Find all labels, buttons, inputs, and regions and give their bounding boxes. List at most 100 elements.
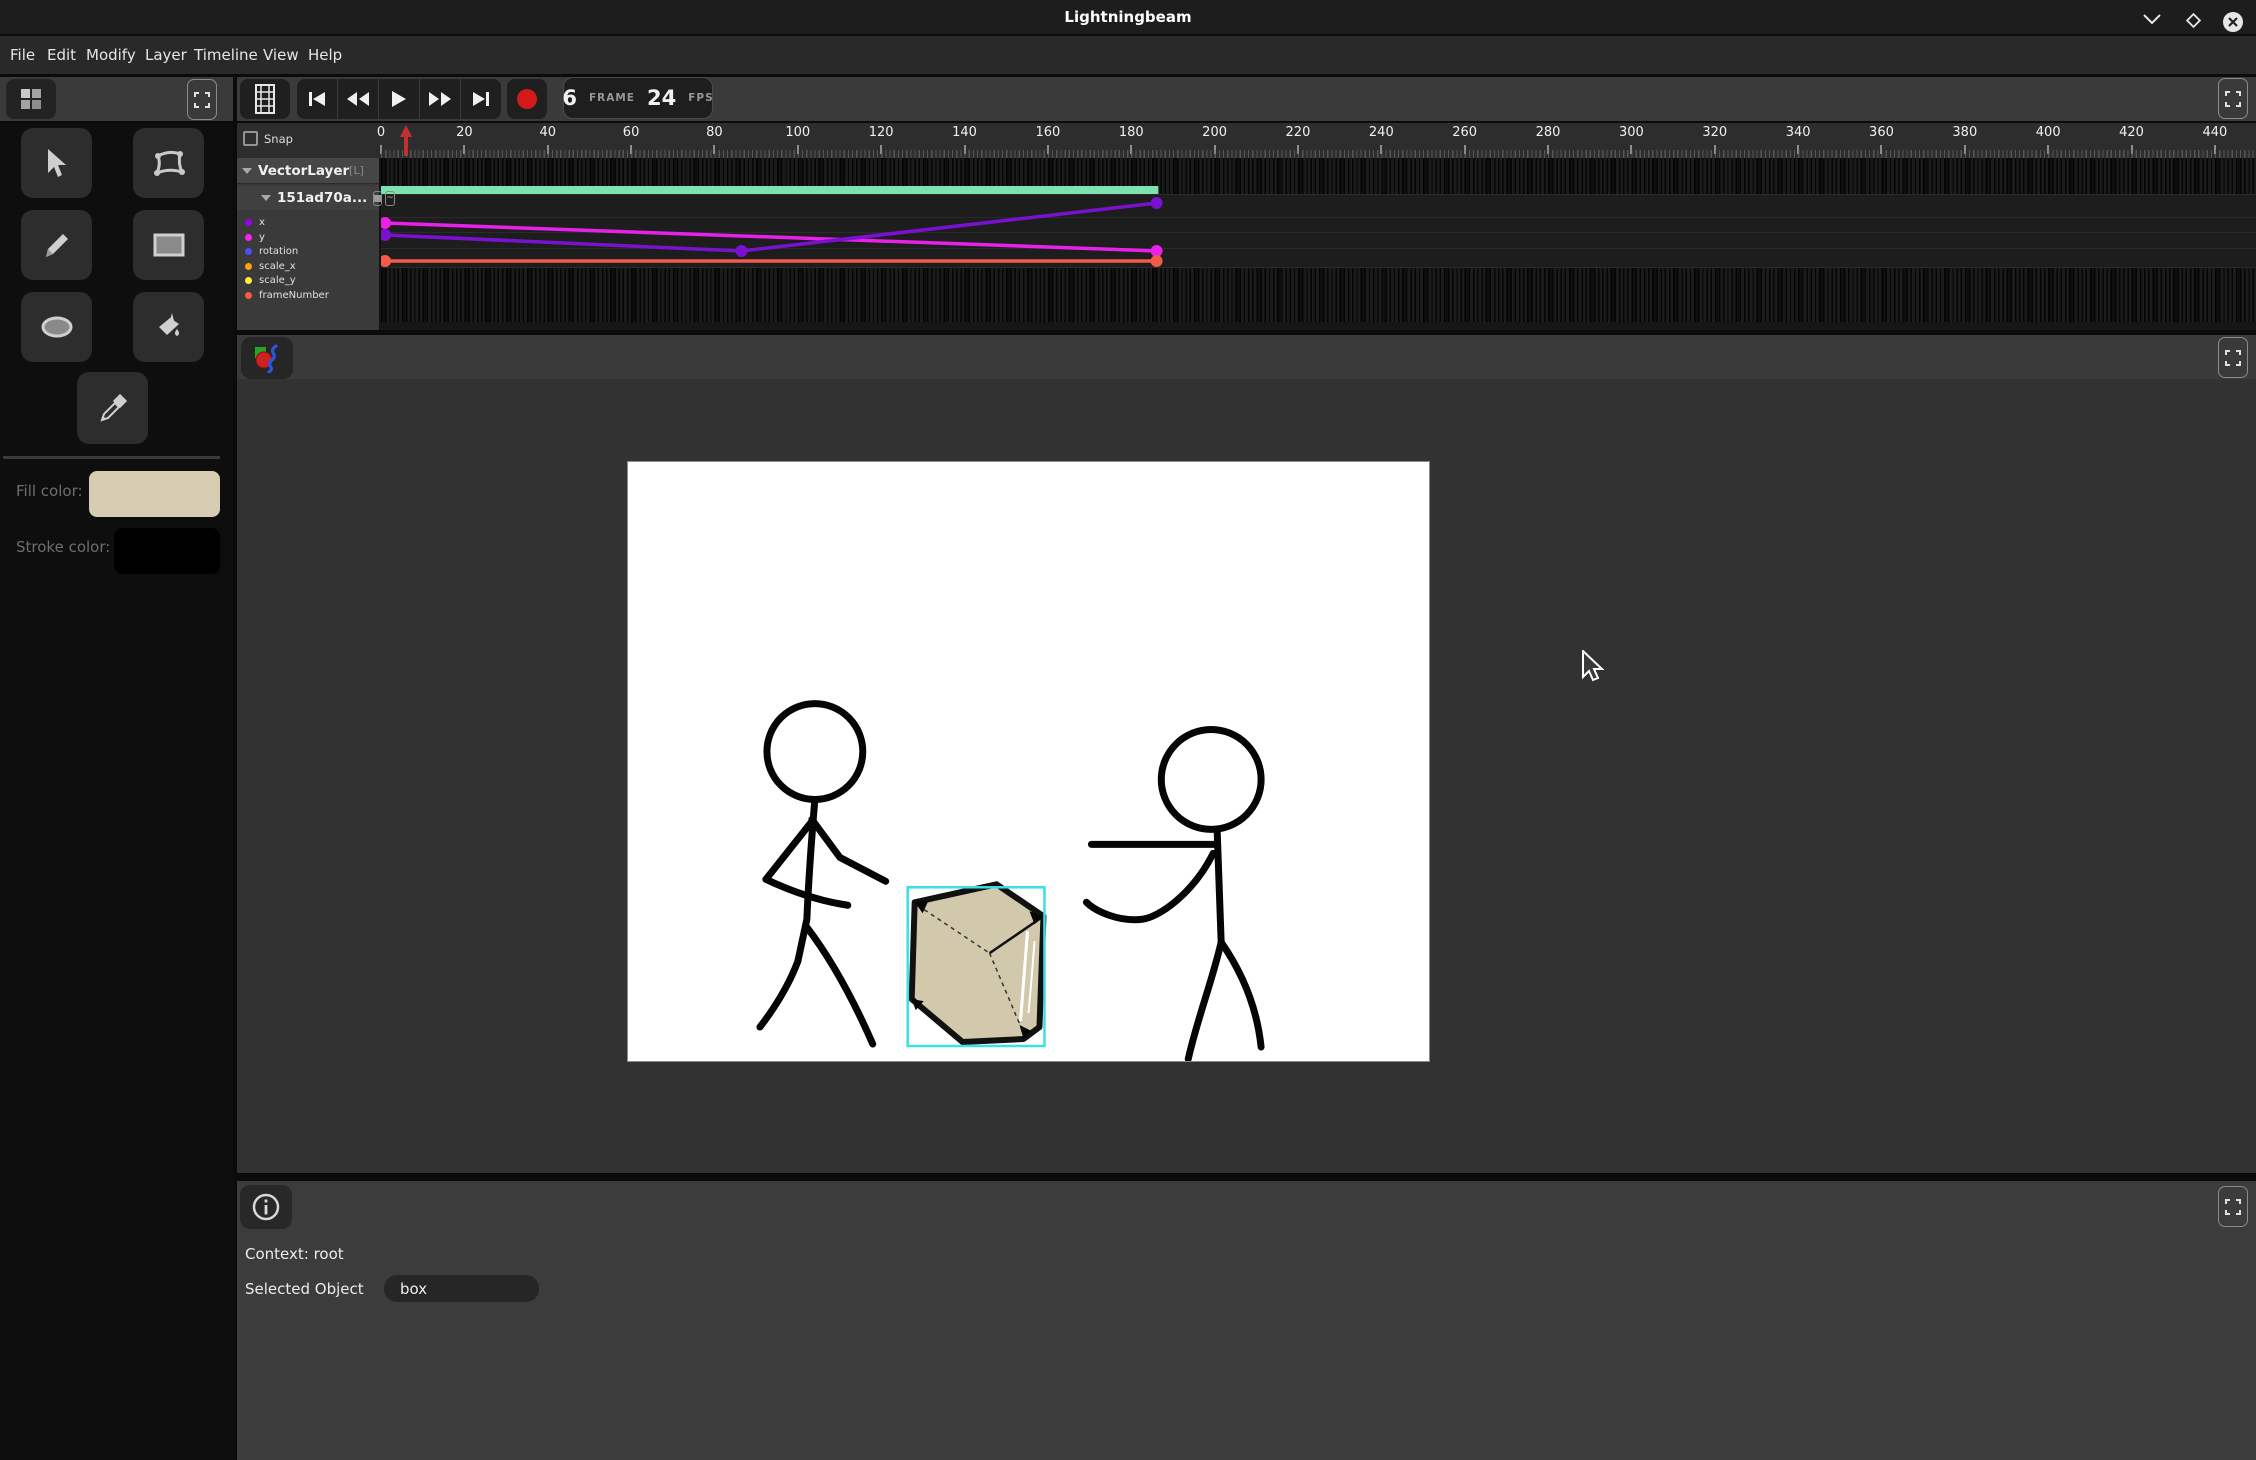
toolbar-expand-button[interactable] [187, 79, 217, 120]
film-button[interactable] [240, 79, 290, 119]
tool-grid-button[interactable] [6, 79, 56, 119]
ruler-label-40: 40 [539, 125, 556, 140]
menu-view[interactable]: View [263, 36, 299, 74]
object-row[interactable]: 151ad70a... ~ [237, 186, 379, 210]
fps-value[interactable]: 24 [647, 86, 676, 110]
record-icon [516, 88, 538, 110]
keyframe-dot-y[interactable] [381, 217, 391, 229]
property-row-frameNumber[interactable]: frameNumber [245, 289, 329, 302]
fill-color-label: Fill color: [16, 482, 83, 500]
keyframe-dot-x[interactable] [1151, 197, 1163, 209]
ruler-label-360: 360 [1869, 125, 1894, 140]
expand-icon [194, 92, 210, 108]
property-row-rotation[interactable]: rotation [245, 245, 298, 258]
animation-curves[interactable] [381, 158, 2256, 330]
ellipse-icon [40, 315, 74, 339]
box-object [912, 884, 1044, 1042]
rewind-button[interactable] [338, 79, 378, 119]
pencil-tool-button[interactable] [21, 210, 92, 280]
transform-icon [152, 148, 186, 178]
ruler-label-240: 240 [1369, 125, 1394, 140]
close-icon[interactable] [2222, 11, 2244, 33]
window-title: Lightningbeam [0, 0, 2256, 34]
snap-checkbox[interactable] [243, 131, 258, 146]
property-name: rotation [259, 246, 298, 257]
transform-tool-button[interactable] [133, 128, 204, 198]
keyframe-dot-frameNumber[interactable] [381, 255, 391, 267]
minimize-icon[interactable] [2142, 13, 2162, 25]
app-window: Lightningbeam File Edit ModifyLayerTimelin… [0, 0, 2256, 1460]
property-dot [245, 263, 252, 270]
ruler-label-400: 400 [2036, 125, 2061, 140]
canvas-expand-button[interactable] [2218, 337, 2248, 378]
timeline-panel: 0204060801001201401601802002202402602803… [237, 123, 2256, 330]
layer-span-bar[interactable] [381, 186, 1158, 194]
frame-fps-panel: 6 FRAME 24 FPS [563, 77, 713, 119]
ruler-label-0: 0 [377, 125, 385, 140]
timeline-ruler[interactable]: 0204060801001201401601802002202402602803… [237, 123, 2256, 158]
property-dot [245, 234, 252, 241]
menu-timeline[interactable]: Timeline [194, 36, 258, 74]
timeline-expand-button[interactable] [2218, 78, 2248, 119]
selected-object-dropdown[interactable]: box [384, 1275, 539, 1302]
object-curve-button[interactable]: ~ [385, 191, 395, 206]
playhead-marker[interactable] [399, 125, 413, 156]
fast-forward-button[interactable] [420, 79, 460, 119]
inspector-expand-button[interactable] [2218, 1186, 2248, 1227]
fill-color-swatch[interactable] [89, 471, 220, 517]
fps-label: FPS [688, 92, 713, 104]
skip-to-start-button[interactable] [297, 79, 337, 119]
property-row-scale_y[interactable]: scale_y [245, 274, 296, 287]
collapse-arrow-icon[interactable] [261, 195, 271, 201]
play-button[interactable] [379, 79, 419, 119]
frame-number-value[interactable]: 6 [562, 86, 577, 110]
layer-name[interactable]: VectorLayer [258, 163, 349, 179]
toolbar-header [0, 77, 233, 121]
info-button[interactable] [240, 1185, 292, 1229]
context-text: Context: root [245, 1245, 344, 1263]
transport-controls [297, 79, 501, 119]
stroke-color-swatch[interactable] [114, 528, 220, 574]
property-row-scale_x[interactable]: scale_x [245, 260, 296, 273]
stage-canvas[interactable] [627, 461, 1430, 1062]
eyedropper-tool-button[interactable] [77, 372, 148, 444]
ruler-label-20: 20 [456, 125, 473, 140]
fast-forward-icon [428, 90, 452, 108]
frame-label: FRAME [589, 92, 635, 104]
menu-layer[interactable]: Layer [145, 36, 187, 74]
ruler-label-380: 380 [1952, 125, 1977, 140]
skip-to-end-button[interactable] [461, 79, 501, 119]
info-icon [252, 1193, 280, 1221]
ruler-label-120: 120 [869, 125, 894, 140]
paint-bucket-tool-button[interactable] [133, 292, 204, 362]
select-tool-button[interactable] [21, 128, 92, 198]
layer-row[interactable]: VectorLayer [L] [237, 158, 379, 184]
stick-figure-right [1086, 730, 1261, 1059]
maximize-icon[interactable] [2184, 11, 2202, 29]
property-list: xy rotation scale_xscale_y frameNumber [237, 216, 379, 306]
shapes-button[interactable] [241, 337, 293, 379]
property-row-x[interactable]: x [245, 216, 265, 229]
property-dot [245, 219, 252, 226]
property-row-y[interactable]: y [245, 231, 265, 244]
ellipse-tool-button[interactable] [21, 292, 92, 362]
ruler-label-80: 80 [706, 125, 723, 140]
ruler-label-280: 280 [1536, 125, 1561, 140]
snap-label: Snap [264, 132, 293, 146]
rectangle-tool-button[interactable] [133, 210, 204, 280]
square-icon [374, 195, 381, 202]
keyframe-dot-x[interactable] [735, 245, 747, 257]
menu-help[interactable]: Help [308, 36, 342, 74]
selected-object-label: Selected Object [245, 1280, 364, 1298]
keyframe-dot-frameNumber[interactable] [1151, 255, 1163, 267]
collapse-arrow-icon[interactable] [242, 168, 252, 174]
expand-icon [2225, 91, 2241, 107]
keyframe-dot-x[interactable] [381, 229, 391, 241]
object-id[interactable]: 151ad70a... [277, 190, 367, 206]
record-button[interactable] [507, 79, 547, 119]
object-visibility-button[interactable] [373, 191, 382, 206]
play-icon [390, 89, 408, 109]
menu-file[interactable]: File [10, 36, 35, 74]
menu-modify[interactable]: Modify [86, 36, 136, 74]
menu-edit[interactable]: Edit [47, 36, 76, 74]
